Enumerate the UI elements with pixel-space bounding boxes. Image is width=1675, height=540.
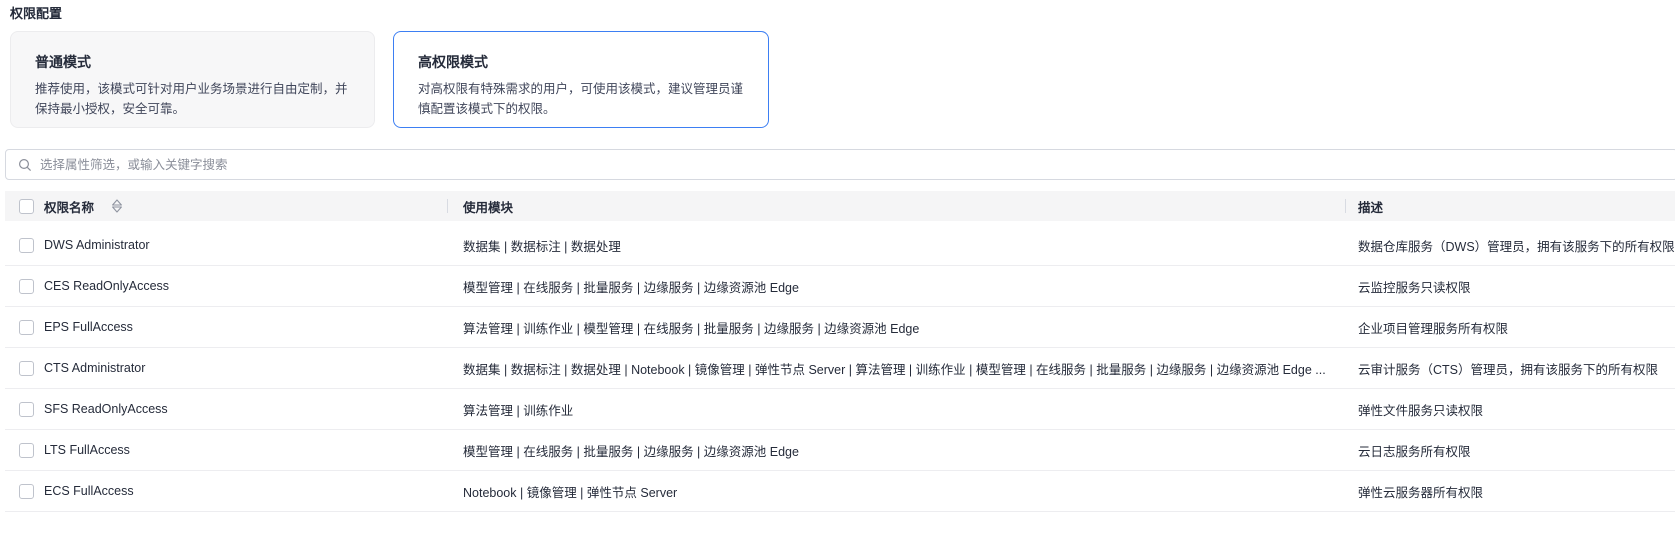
table-row: LTS FullAccess 模型管理 | 在线服务 | 批量服务 | 边缘服务… [5, 430, 1675, 471]
row-checkbox[interactable] [19, 443, 34, 458]
permission-name-cell: LTS FullAccess [5, 443, 447, 458]
row-checkbox[interactable] [19, 484, 34, 499]
modules-cell: 算法管理 | 训练作业 | 模型管理 | 在线服务 | 批量服务 | 边缘服务 … [447, 318, 1345, 337]
mode-card-description: 对高权限有特殊需求的用户，可使用该模式，建议管理员谨慎配置该模式下的权限。 [418, 79, 744, 119]
column-header-label: 描述 [1358, 197, 1383, 216]
table-header: 权限名称 使用模块 描述 [5, 191, 1675, 221]
row-checkbox[interactable] [19, 361, 34, 376]
permission-name-cell: EPS FullAccess [5, 320, 447, 335]
column-header-permission-name[interactable]: 权限名称 [5, 191, 447, 221]
modules-cell: 模型管理 | 在线服务 | 批量服务 | 边缘服务 | 边缘资源池 Edge [447, 441, 1345, 460]
table-row: CES ReadOnlyAccess 模型管理 | 在线服务 | 批量服务 | … [5, 266, 1675, 307]
column-divider [447, 199, 448, 213]
modules-cell: 数据集 | 数据标注 | 数据处理 [447, 236, 1345, 255]
modules-cell: 模型管理 | 在线服务 | 批量服务 | 边缘服务 | 边缘资源池 Edge [447, 277, 1345, 296]
row-checkbox[interactable] [19, 320, 34, 335]
row-checkbox[interactable] [19, 238, 34, 253]
description-cell: 数据仓库服务（DWS）管理员，拥有该服务下的所有权限 [1345, 236, 1675, 255]
column-header-label: 使用模块 [463, 197, 513, 216]
modules-cell: Notebook | 镜像管理 | 弹性节点 Server [447, 482, 1345, 501]
permission-name: CTS Administrator [44, 361, 145, 375]
mode-card-description: 推荐使用，该模式可针对用户业务场景进行自由定制，并保持最小授权，安全可靠。 [35, 79, 350, 119]
column-header-modules: 使用模块 [447, 191, 1345, 221]
permission-name-cell: DWS Administrator [5, 238, 447, 253]
table-row: SFS ReadOnlyAccess 算法管理 | 训练作业 弹性文件服务只读权… [5, 389, 1675, 430]
description-cell: 云审计服务（CTS）管理员，拥有该服务下的所有权限 [1345, 359, 1675, 378]
column-divider [1345, 199, 1346, 213]
select-all-checkbox[interactable] [19, 199, 34, 214]
modules-cell: 数据集 | 数据标注 | 数据处理 | Notebook | 镜像管理 | 弹性… [447, 359, 1345, 378]
column-header-label: 权限名称 [44, 197, 94, 216]
description-cell: 企业项目管理服务所有权限 [1345, 318, 1675, 337]
permission-name-cell: CTS Administrator [5, 361, 447, 376]
permission-name: DWS Administrator [44, 238, 150, 252]
permission-name-cell: SFS ReadOnlyAccess [5, 402, 447, 417]
permission-name: CES ReadOnlyAccess [44, 279, 169, 293]
sort-icon[interactable] [111, 199, 123, 213]
page-title: 权限配置 [10, 3, 1675, 22]
mode-card-title: 普通模式 [35, 52, 350, 72]
permission-name: SFS ReadOnlyAccess [44, 402, 168, 416]
permissions-table: 权限名称 使用模块 描述 DWS Administrator 数据集 | 数据标… [5, 191, 1675, 512]
description-cell: 弹性文件服务只读权限 [1345, 400, 1675, 419]
permission-mode-cards: 普通模式 推荐使用，该模式可针对用户业务场景进行自由定制，并保持最小授权，安全可… [10, 31, 1675, 128]
row-checkbox[interactable] [19, 402, 34, 417]
table-body: DWS Administrator 数据集 | 数据标注 | 数据处理 数据仓库… [5, 225, 1675, 512]
mode-card-normal[interactable]: 普通模式 推荐使用，该模式可针对用户业务场景进行自由定制，并保持最小授权，安全可… [10, 31, 375, 128]
description-cell: 云日志服务所有权限 [1345, 441, 1675, 460]
table-row: EPS FullAccess 算法管理 | 训练作业 | 模型管理 | 在线服务… [5, 307, 1675, 348]
search-input[interactable] [40, 150, 1675, 179]
mode-card-title: 高权限模式 [418, 52, 744, 72]
permission-name-cell: ECS FullAccess [5, 484, 447, 499]
permission-name: ECS FullAccess [44, 484, 134, 498]
search-bar [5, 149, 1675, 180]
column-header-description: 描述 [1345, 191, 1675, 221]
description-cell: 弹性云服务器所有权限 [1345, 482, 1675, 501]
permission-name-cell: CES ReadOnlyAccess [5, 279, 447, 294]
row-checkbox[interactable] [19, 279, 34, 294]
permission-name: LTS FullAccess [44, 443, 130, 457]
description-cell: 云监控服务只读权限 [1345, 277, 1675, 296]
permission-name: EPS FullAccess [44, 320, 133, 334]
search-icon [18, 158, 32, 172]
table-row: ECS FullAccess Notebook | 镜像管理 | 弹性节点 Se… [5, 471, 1675, 512]
modules-cell: 算法管理 | 训练作业 [447, 400, 1345, 419]
table-row: DWS Administrator 数据集 | 数据标注 | 数据处理 数据仓库… [5, 225, 1675, 266]
mode-card-high-permission[interactable]: 高权限模式 对高权限有特殊需求的用户，可使用该模式，建议管理员谨慎配置该模式下的… [393, 31, 769, 128]
table-row: CTS Administrator 数据集 | 数据标注 | 数据处理 | No… [5, 348, 1675, 389]
